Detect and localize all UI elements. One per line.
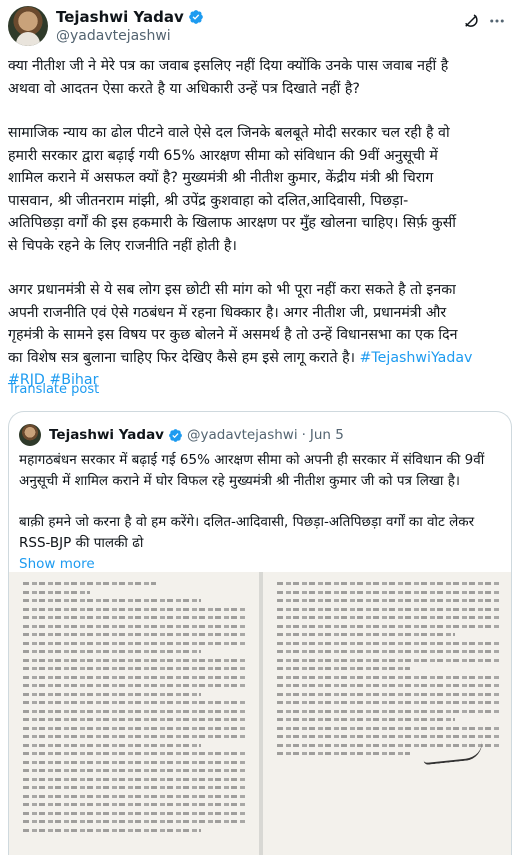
tweet-line: हमारी सरकार द्वारा बढ़ाई गयी 65% आरक्षण … [8,147,438,164]
tweet-text: क्या नीतीश जी ने मेरे पत्र का जवाब इसलिए… [8,55,512,392]
letter-image[interactable] [9,572,511,855]
author-name-row: Tejashwi Yadav [56,8,204,26]
author-name[interactable]: Tejashwi Yadav [56,8,184,26]
translate-post-link[interactable]: Translate post [8,382,99,397]
separator-dot: · [301,427,306,443]
quoted-author-name: Tejashwi Yadav [49,427,164,443]
quoted-tweet[interactable]: Tejashwi Yadav @yadavtejashwi · Jun 5 मह… [8,411,512,855]
tweet-line: का विशेष सत्र बुलाना चाहिए फिर देखिए कैस… [8,349,355,366]
hashtag-link[interactable]: #TejashwiYadav [360,350,473,366]
avatar[interactable] [8,6,48,46]
grok-icon[interactable] [462,12,480,30]
tweet-line-with-hashtag: का विशेष सत्र बुलाना चाहिए फिर देखिए कैस… [8,347,512,370]
tweet-line: से चिपके रहने के लिए राजनीति नहीं होती ह… [8,237,237,254]
quoted-author-handle: @yadavtejashwi [186,427,298,443]
quoted-date: Jun 5 [309,427,344,443]
tweet-line: सामाजिक न्याय का ढोल पीटने वाले ऐसे दल ज… [8,125,450,141]
quoted-line: बाक़ी हमने जो करना है वो हम करेंगे। दलित… [19,514,475,530]
verified-badge-icon [169,428,182,442]
quoted-avatar [19,424,41,446]
tweet-line: पासवान, श्री जीतनराम मांझी, श्री उपेंद्र… [8,192,409,209]
tweet-line: क्या नीतीश जी ने मेरे पत्र का जवाब इसलिए… [8,58,449,74]
quoted-tweet-header: Tejashwi Yadav @yadavtejashwi · Jun 5 [19,424,344,446]
letter-page-2 [263,572,511,855]
quoted-tweet-text: महागठबंधन सरकार में बढ़ाई गई 65% आरक्षण … [19,450,503,575]
tweet-line: गृहमंत्री के सामने इस विषय पर कुछ बोलने … [8,327,458,343]
tweet-line: अगर प्रधानमंत्री से ये सब लोग इस छोटी सी… [8,282,456,298]
tweet-line: अतिपिछड़ा वर्गों की इस हकमारी के खिलाफ आ… [8,215,456,231]
tweet-line: अथवा वो आदतन ऐसा करते है या अधिकारी उन्ह… [8,80,360,97]
more-options-icon[interactable] [488,12,506,30]
quoted-line: महागठबंधन सरकार में बढ़ाई गई 65% आरक्षण … [19,452,485,468]
quoted-line: अनुसूची में शामिल कराने में घोर विफल रहे… [19,473,461,489]
author-handle[interactable]: @yadavtejashwi [56,28,171,44]
quoted-line: RSS-BJP की पालकी ढो [19,535,144,551]
tweet-line: अपनी राजनीति एवं ऐसे गठबंधन में रहना धिक… [8,304,447,321]
verified-badge-icon [188,10,203,24]
tweet-header: Tejashwi Yadav @yadavtejashwi [8,6,508,50]
letter-page-1 [9,572,259,855]
tweet-line: शामिल कराने में असफल क्यों है? मुख्यमंत्… [8,170,434,186]
